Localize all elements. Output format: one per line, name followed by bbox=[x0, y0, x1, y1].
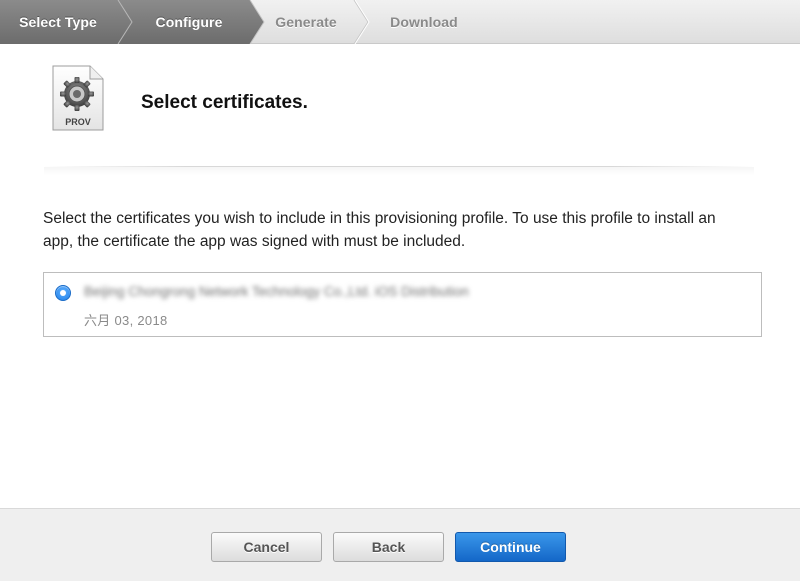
continue-button[interactable]: Continue bbox=[455, 532, 566, 562]
step-generate: Generate bbox=[250, 0, 362, 44]
step-configure: Configure bbox=[116, 0, 248, 44]
cancel-button[interactable]: Cancel bbox=[211, 532, 322, 562]
certificate-name: Beijing Chongrong Network Technology Co.… bbox=[84, 284, 469, 299]
divider-shadow bbox=[44, 167, 754, 175]
page-title: Select certificates. bbox=[141, 92, 308, 113]
step-label: Configure bbox=[155, 14, 223, 30]
step-label: Select Type bbox=[19, 14, 97, 30]
certificate-radio-button[interactable] bbox=[55, 285, 71, 301]
back-button[interactable]: Back bbox=[333, 532, 444, 562]
step-separator-icon bbox=[114, 0, 133, 44]
step-label: Download bbox=[390, 14, 458, 30]
certificate-list: Beijing Chongrong Network Technology Co.… bbox=[43, 272, 762, 337]
certificate-date: 六月 03, 2018 bbox=[84, 313, 168, 328]
step-label: Generate bbox=[275, 14, 337, 30]
icon-label: PROV bbox=[65, 117, 91, 127]
provisioning-profile-icon: PROV bbox=[52, 65, 104, 131]
step-progress-bar: Select Type Configure Generate Download bbox=[0, 0, 800, 44]
footer-bar: Cancel Back Continue bbox=[0, 508, 800, 581]
instructions-text: Select the certificates you wish to incl… bbox=[43, 210, 716, 250]
step-select-type: Select Type bbox=[0, 0, 116, 44]
step-download: Download bbox=[362, 0, 486, 44]
